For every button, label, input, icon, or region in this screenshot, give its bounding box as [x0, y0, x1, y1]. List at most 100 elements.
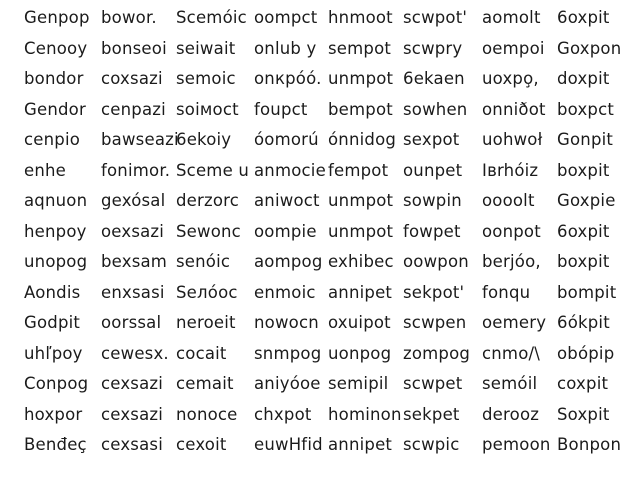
word-cell: sowhen [403, 99, 468, 119]
word-cell: aomolt [482, 8, 541, 27]
word-cell: 6ekaen [403, 69, 465, 88]
word-cell: soiмoct [176, 99, 239, 119]
word-cell: scwpic [403, 435, 460, 454]
word-cell: Genpop [24, 8, 90, 27]
word-cell: semoic [176, 69, 236, 88]
word-cell: bempot [328, 99, 393, 119]
word-cell: 6ekoiy [176, 130, 232, 149]
word-cell: oowpon [403, 252, 469, 271]
word-cell: aqnuon [24, 191, 88, 210]
word-cell: sekpet [403, 404, 460, 424]
word-cell: derzorc [176, 191, 240, 210]
word-cell: scwpry [403, 38, 463, 58]
word-cell: Sceme u [176, 160, 250, 180]
word-cell: bexsam [101, 252, 168, 271]
word-cell: oxuipot [328, 313, 391, 332]
word-cell: cemait [176, 374, 234, 393]
word-cell: cenpio [24, 130, 81, 149]
nonsense-word-grid: Genpop bowor. Scemóic oompct hnmoot scwpot' ao… [0, 0, 640, 480]
word-row: enhe fonimor. Sceme u anmocie fempot ounpet Iв… [0, 161, 640, 191]
word-cell: Gonpit [557, 130, 614, 149]
word-cell: Gendor [24, 99, 86, 119]
word-cell: Bonpon [557, 435, 622, 454]
word-cell: fowpet [403, 221, 461, 241]
word-cell: bondor [24, 69, 84, 88]
word-cell: fonqu [482, 282, 531, 302]
word-cell: oonpot [482, 221, 541, 241]
word-cell: oexsazi [101, 221, 165, 241]
word-cell: euwHfid [254, 435, 323, 454]
word-cell: onlub y [254, 38, 317, 58]
word-cell: uonpog [328, 343, 392, 363]
word-cell: cnmo/\ [482, 343, 541, 363]
word-cell: foupct [254, 99, 308, 119]
word-cell: sexpot [403, 130, 460, 149]
word-cell: enxsasi [101, 282, 165, 302]
word-cell: scwpet [403, 374, 463, 393]
word-cell: sempot [328, 38, 392, 58]
word-cell: nonoce [176, 404, 238, 424]
word-row: Benđeç cexsasi cexoit euwHfid annipet scwpic p… [0, 435, 640, 465]
word-cell: Goxpie [557, 191, 616, 210]
word-cell: sowpin [403, 191, 462, 210]
word-cell: chxpot [254, 404, 312, 424]
word-cell: enhe [24, 160, 67, 180]
word-cell: semipil [328, 374, 389, 393]
word-cell: boxpit [557, 160, 610, 180]
word-cell: oooolt [482, 191, 535, 210]
word-cell: annipet [328, 282, 393, 302]
word-row: henpoy oexsazi Sewonc oompie unmpot fowpet oon… [0, 222, 640, 252]
word-row: Godpit oorssal neroeit nowocn oxuipot scwpen o… [0, 313, 640, 343]
word-cell: bowor. [101, 8, 157, 27]
word-cell: cewesx. [101, 343, 169, 363]
word-cell: enmoic [254, 282, 316, 302]
word-row: hoxpor cexsazi nonoce chxpot hominon sekpet de… [0, 405, 640, 435]
word-row: unopog bexsam senóic aompog exhibec oowpon ber… [0, 252, 640, 282]
word-cell: boxpct [557, 99, 615, 119]
word-cell: Godpit [24, 313, 81, 332]
word-cell: 6ókpit [557, 313, 610, 332]
word-row: Cenooy bonseoi seiwait onlub y sempot scwpry o… [0, 39, 640, 69]
word-cell: óomorú [254, 130, 319, 149]
word-row: uhľpoy cewesx. cocait snmpog uonpog zompog cnm… [0, 344, 640, 374]
word-cell: oompct [254, 8, 318, 27]
word-cell: senóic [176, 252, 231, 271]
word-row: Gendor cenpazi soiмoct foupct bempot sowhen on… [0, 100, 640, 130]
word-cell: Sewonc [176, 221, 241, 241]
word-cell: henpoy [24, 221, 87, 241]
word-cell: anmocie [254, 160, 326, 180]
word-cell: Goxpon [557, 38, 622, 58]
word-cell: oorssal [101, 313, 162, 332]
word-row: bondor coxsazi semoic onкpóó. unmpot 6ekaen uo… [0, 69, 640, 99]
word-cell: Conpog [24, 374, 89, 393]
word-cell: 6oxpit [557, 221, 610, 241]
word-cell: oompie [254, 221, 317, 241]
word-cell: seiwait [176, 38, 236, 58]
word-cell: aompog [254, 252, 323, 271]
word-cell: sekpot' [403, 282, 465, 302]
word-cell: uoxpo̧, [482, 69, 539, 88]
word-cell: hominon [328, 404, 402, 424]
word-cell: cexsazi [101, 404, 164, 424]
word-cell: cenpazi [101, 99, 166, 119]
word-cell: boxpit [557, 252, 610, 271]
word-cell: hnmoot [328, 8, 393, 27]
word-cell: scwpot' [403, 8, 468, 27]
word-cell: cexoit [176, 435, 227, 454]
word-cell: aniyóoe [254, 374, 321, 393]
word-cell: onniðot [482, 99, 546, 119]
word-cell: cocait [176, 343, 227, 363]
word-cell: fempot [328, 160, 389, 180]
word-row: Genpop bowor. Scemóic oompct hnmoot scwpot' ao… [0, 8, 640, 38]
word-cell: pemoon [482, 435, 551, 454]
word-cell: coxsazi [101, 69, 163, 88]
word-cell: 6oxpit [557, 8, 610, 27]
word-cell: obópip [557, 343, 615, 363]
word-cell: onкpóó. [254, 69, 322, 88]
word-cell: Aondis [24, 282, 81, 302]
word-cell: cexsasi [101, 435, 163, 454]
word-cell: oempoi [482, 38, 545, 58]
word-cell: doxpit [557, 69, 610, 88]
word-cell: fonimor. [101, 160, 171, 180]
word-cell: uhľpoy [24, 343, 83, 363]
